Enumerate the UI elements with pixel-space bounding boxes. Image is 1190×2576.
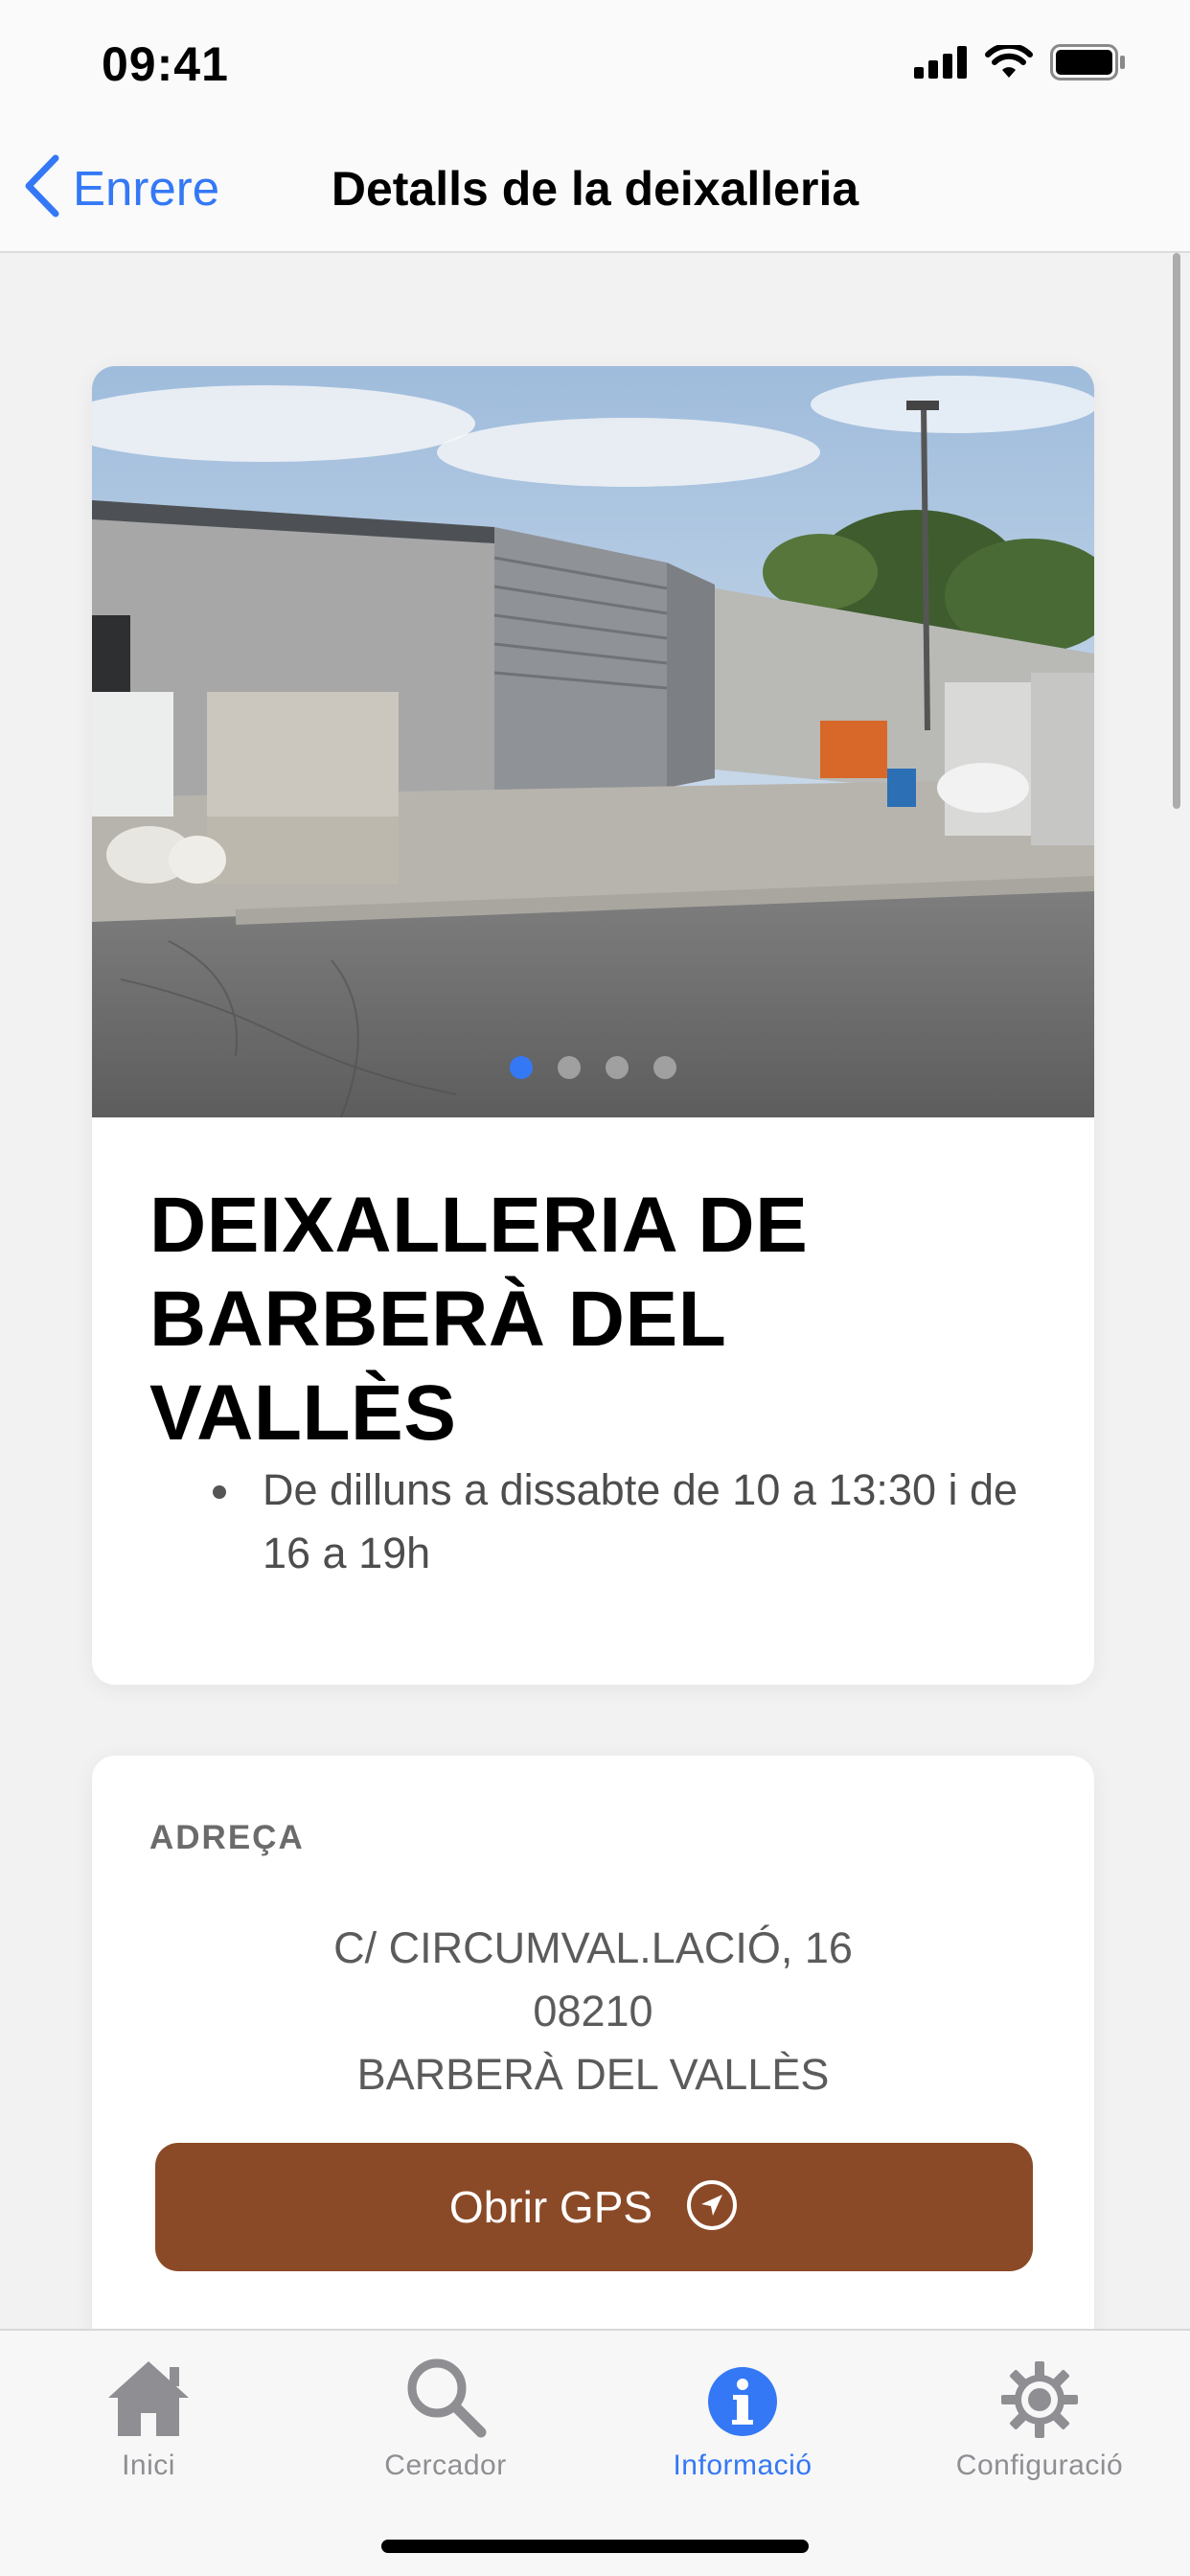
facility-card: DEIXALLERIA DE BARBERÀ DEL VALLÈS De dil… — [92, 366, 1094, 1685]
tab-configuracio[interactable]: Configuració — [891, 2333, 1188, 2496]
navigation-arrow-icon — [685, 2178, 739, 2237]
magnifier-icon — [404, 2342, 487, 2438]
tab-configuracio-label: Configuració — [955, 2450, 1124, 2481]
address-postal-code: 08210 — [533, 1987, 653, 2036]
wifi-icon — [985, 42, 1033, 84]
address-text: C/ CIRCUMVAL.LACIÓ, 16 08210 BARBERÀ DEL… — [92, 1917, 1094, 2106]
cellular-signal-icon — [914, 46, 968, 83]
page-dot-1[interactable] — [510, 1056, 533, 1079]
navigation-bar: Enrere Detalls de la deixalleria — [0, 125, 1190, 253]
address-section-label: ADREÇA — [149, 1819, 305, 1856]
tab-informacio-label: Informació — [673, 2450, 812, 2481]
open-gps-button-label: Obrir GPS — [448, 2182, 653, 2232]
house-icon — [104, 2342, 193, 2438]
home-indicator[interactable] — [381, 2540, 809, 2553]
facility-photo — [92, 366, 1094, 1117]
address-city: BARBERÀ DEL VALLÈS — [356, 2050, 830, 2099]
tab-cercador-label: Cercador — [384, 2450, 507, 2481]
status-bar: 09:41 — [0, 0, 1190, 125]
gallery-page-indicator[interactable] — [92, 1056, 1094, 1079]
battery-icon — [1050, 44, 1127, 85]
page-dot-2[interactable] — [558, 1056, 581, 1079]
facility-photo-carousel[interactable] — [92, 366, 1094, 1117]
tab-cercador[interactable]: Cercador — [297, 2333, 594, 2496]
tab-inici[interactable]: Inici — [0, 2333, 297, 2496]
scroll-indicator[interactable] — [1173, 253, 1180, 809]
facility-name: DEIXALLERIA DE BARBERÀ DEL VALLÈS — [149, 1182, 809, 1457]
address-card: ADREÇA C/ CIRCUMVAL.LACIÓ, 16 08210 BARB… — [92, 1756, 1094, 2369]
gear-icon — [1001, 2342, 1078, 2438]
opening-hours-item: De dilluns a dissabte de 10 a 13:30 i de… — [213, 1459, 1056, 1585]
page-dot-3[interactable] — [606, 1056, 629, 1079]
page-dot-4[interactable] — [653, 1056, 676, 1079]
opening-hours-list: De dilluns a dissabte de 10 a 13:30 i de… — [213, 1459, 1056, 1585]
page-title: Detalls de la deixalleria — [331, 162, 859, 216]
status-icons — [914, 42, 1127, 85]
status-time: 09:41 — [102, 37, 229, 91]
info-icon — [706, 2342, 779, 2438]
tab-informacio[interactable]: Informació — [594, 2333, 891, 2496]
open-gps-button[interactable]: Obrir GPS — [155, 2143, 1033, 2271]
address-street: C/ CIRCUMVAL.LACIÓ, 16 — [333, 1923, 853, 1972]
screen: 09:41 Enrere Detalls de la deixalleria D… — [0, 0, 1190, 2576]
tab-inici-label: Inici — [122, 2450, 175, 2481]
tab-bar: Inici Cercador Informació Configuració — [0, 2329, 1190, 2576]
